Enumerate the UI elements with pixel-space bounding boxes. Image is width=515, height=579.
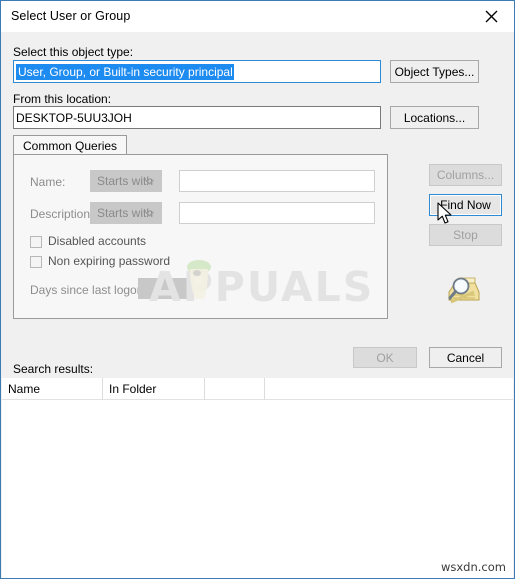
title-bar: Select User or Group bbox=[1, 1, 514, 32]
days-since-last-logon-input[interactable] bbox=[138, 278, 192, 299]
non-expiring-password-label: Non expiring password bbox=[48, 254, 171, 268]
tab-strip: Common Queries bbox=[13, 135, 388, 155]
tab-common-queries[interactable]: Common Queries bbox=[13, 135, 128, 155]
name-input[interactable] bbox=[179, 170, 375, 192]
name-label: Name: bbox=[30, 175, 66, 189]
close-button[interactable] bbox=[469, 1, 514, 31]
listview-header: Name In Folder bbox=[2, 378, 513, 400]
magnifier-folder-icon bbox=[445, 273, 483, 312]
column-header-extra[interactable] bbox=[205, 378, 265, 400]
stop-button[interactable]: Stop bbox=[429, 224, 502, 246]
name-operator-dropdown[interactable]: Starts with bbox=[90, 170, 162, 192]
chevron-down-icon bbox=[145, 206, 154, 220]
object-type-label: Select this object type: bbox=[13, 45, 134, 59]
column-header-name[interactable]: Name bbox=[2, 378, 103, 400]
location-value: DESKTOP-5UU3JOH bbox=[16, 110, 132, 125]
object-type-value: User, Group, or Built-in security princi… bbox=[16, 63, 234, 80]
close-icon bbox=[485, 10, 498, 23]
common-queries-panel: Name: Starts with Description: Starts wi… bbox=[13, 154, 388, 319]
window-title: Select User or Group bbox=[11, 9, 131, 23]
column-header-in-folder[interactable]: In Folder bbox=[103, 378, 205, 400]
chevron-down-icon bbox=[145, 174, 154, 188]
select-user-or-group-dialog: Select User or Group Select this object … bbox=[0, 0, 515, 579]
disabled-accounts-checkbox[interactable] bbox=[30, 236, 42, 248]
find-now-button[interactable]: Find Now bbox=[429, 194, 502, 216]
locations-button[interactable]: Locations... bbox=[390, 106, 479, 129]
search-results-listview[interactable]: Name In Folder bbox=[2, 378, 513, 578]
columns-button[interactable]: Columns... bbox=[429, 164, 502, 186]
ok-button[interactable]: OK bbox=[353, 347, 417, 368]
description-input[interactable] bbox=[179, 202, 375, 224]
object-type-input[interactable]: User, Group, or Built-in security princi… bbox=[13, 60, 381, 83]
search-results-label: Search results: bbox=[13, 362, 94, 376]
days-since-last-logon-label: Days since last logon: bbox=[30, 283, 147, 297]
disabled-accounts-label: Disabled accounts bbox=[48, 234, 147, 248]
cancel-button[interactable]: Cancel bbox=[429, 347, 502, 368]
location-input[interactable]: DESKTOP-5UU3JOH bbox=[13, 106, 381, 129]
location-label: From this location: bbox=[13, 92, 112, 106]
non-expiring-password-checkbox[interactable] bbox=[30, 256, 42, 268]
object-types-button[interactable]: Object Types... bbox=[390, 60, 479, 83]
description-operator-dropdown[interactable]: Starts with bbox=[90, 202, 162, 224]
description-label: Description: bbox=[30, 207, 94, 221]
